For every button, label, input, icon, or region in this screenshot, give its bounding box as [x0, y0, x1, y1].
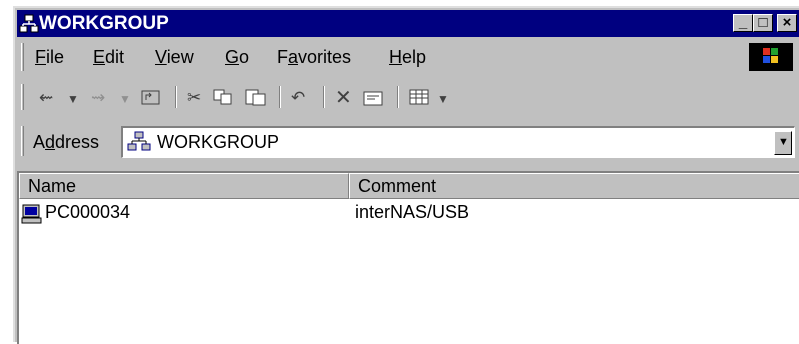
address-dropdown-button[interactable]: ▼ [774, 131, 792, 155]
copy-icon[interactable] [213, 89, 233, 105]
chevron-down-icon: ▼ [778, 136, 789, 148]
network-icon [19, 14, 39, 33]
title-bar[interactable]: WORKGROUP _ □ × [17, 10, 799, 37]
item-comment: interNAS/USB [355, 202, 470, 222]
menu-bar: File Edit View Go Favorites Help [17, 39, 799, 75]
menu-go[interactable]: Go [225, 47, 249, 68]
file-list[interactable]: Name Comment PC000034 interNAS/USB [17, 171, 799, 344]
delete-icon[interactable]: ✕ [335, 85, 352, 110]
up-folder-icon[interactable] [141, 88, 161, 106]
menu-file[interactable]: File [35, 47, 64, 68]
address-bar: Address WORKGROUP ▼ [17, 120, 799, 162]
menu-favorites[interactable]: Favorites [277, 47, 351, 68]
toolbar-separator [279, 86, 281, 108]
minimize-button[interactable]: _ [733, 14, 753, 32]
address-label: Address [33, 132, 100, 152]
cut-icon[interactable]: ✂ [187, 88, 201, 108]
maximize-button[interactable]: □ [753, 14, 773, 32]
menu-view[interactable]: View [155, 47, 194, 68]
paste-icon[interactable] [245, 88, 267, 106]
minimize-icon: _ [738, 14, 748, 31]
maximize-icon: □ [758, 14, 768, 31]
network-icon [127, 131, 151, 151]
back-arrow-icon[interactable]: ⇜ [39, 88, 53, 108]
computer-icon [21, 204, 42, 224]
window-title: WORKGROUP [39, 13, 169, 34]
item-name: PC000034 [45, 202, 131, 222]
column-header-comment[interactable]: Comment [349, 173, 799, 199]
list-item[interactable]: PC000034 interNAS/USB [21, 201, 781, 227]
menu-grip[interactable] [21, 43, 24, 71]
views-dropdown-icon[interactable]: ▼ [437, 92, 449, 106]
forward-arrow-icon: ⇝ [91, 88, 106, 107]
address-input[interactable]: WORKGROUP ▼ [121, 126, 795, 158]
standard-toolbar: ⇜ ▼ ⇝ ▼ ✂ ↶ ✕ ▼ [17, 80, 799, 114]
views-icon[interactable] [409, 89, 429, 105]
toolbar-separator [323, 86, 325, 108]
menu-help[interactable]: Help [389, 47, 426, 68]
properties-icon[interactable] [363, 88, 385, 106]
address-grip[interactable] [21, 126, 24, 156]
menu-edit[interactable]: Edit [93, 47, 124, 68]
toolbar-grip[interactable] [21, 84, 24, 110]
toolbar-separator [175, 86, 177, 108]
column-header-name[interactable]: Name [19, 173, 349, 199]
back-dropdown-icon[interactable]: ▼ [67, 92, 79, 106]
forward-dropdown-icon: ▼ [119, 92, 131, 106]
close-icon: × [782, 14, 792, 31]
windows-logo-icon [749, 43, 793, 71]
explorer-window: WORKGROUP _ □ × File Edit View Go Favori… [13, 6, 799, 344]
close-button[interactable]: × [777, 14, 797, 32]
toolbar-separator [397, 86, 399, 108]
undo-icon[interactable]: ↶ [291, 88, 305, 108]
address-value: WORKGROUP [157, 132, 280, 152]
